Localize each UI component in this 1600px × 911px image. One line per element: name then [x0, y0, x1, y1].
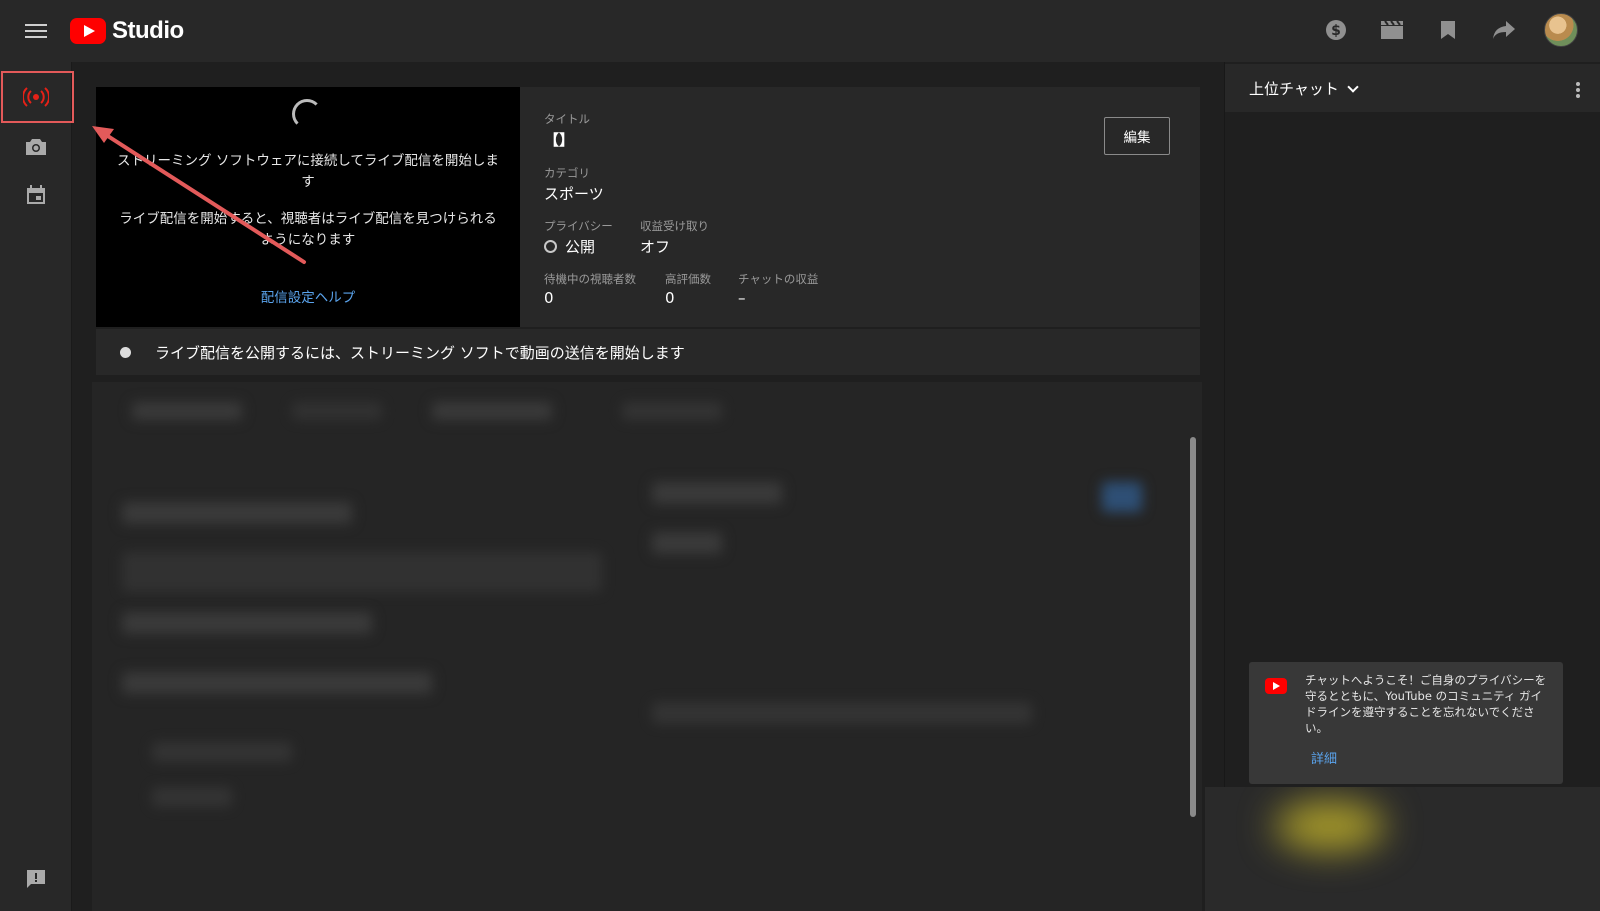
chat-welcome-card: チャットへようこそ！ご自身のプライバシーを守るとともに、YouTube のコミュ… — [1249, 662, 1563, 784]
stream-setup-help-link[interactable]: 配信設定ヘルプ — [96, 286, 520, 306]
loading-spinner-icon — [292, 99, 322, 129]
chat-title: 上位チャット — [1249, 79, 1339, 98]
privacy-label: プライバシー — [544, 219, 613, 233]
blurred-avatar — [1275, 801, 1385, 851]
stream-preview: ストリーミング ソフトウェアに接続してライブ配信を開始します ライブ配信を開始す… — [96, 87, 520, 327]
top-actions: $ — [1320, 13, 1578, 47]
blurred-tab — [132, 402, 242, 420]
calendar-icon[interactable] — [0, 170, 72, 220]
live-stream-icon[interactable] — [0, 72, 72, 122]
category-value: スポーツ — [544, 185, 604, 203]
blurred-toggle — [1102, 482, 1142, 512]
discoverability-message: ライブ配信を開始すると、視聴者はライブ配信を見つけられるようになります — [119, 211, 497, 248]
chat-mode-selector[interactable]: 上位チャット — [1249, 78, 1359, 99]
stream-info-panel: タイトル 【】 カテゴリ スポーツ プライバシー 公開 収益受け取り オフ 待機… — [520, 87, 1200, 327]
chat-header: 上位チャット — [1225, 64, 1600, 112]
youtube-studio-logo[interactable]: Studio — [70, 17, 184, 45]
feedback-icon[interactable] — [0, 854, 72, 904]
blurred-row — [652, 532, 722, 554]
title-label: タイトル — [544, 112, 590, 126]
top-bar: Studio $ — [0, 0, 1600, 62]
blurred-tab — [622, 402, 722, 420]
logo-text: Studio — [112, 17, 184, 44]
chat-revenue-label: チャットの収益 — [738, 272, 819, 286]
connect-software-message: ストリーミング ソフトウェアに接続してライブ配信を開始します — [117, 153, 499, 190]
clapperboard-icon[interactable] — [1376, 14, 1408, 46]
menu-icon[interactable] — [22, 20, 50, 42]
chat-revenue-value: – — [738, 289, 746, 307]
waiting-viewers-label: 待機中の視聴者数 — [544, 272, 636, 286]
blurred-row — [122, 612, 372, 634]
main-scrollbar[interactable] — [1190, 437, 1196, 817]
chat-panel: 上位チャット チャットへようこそ！ご自身のプライバシーを守るとともに、YouTu… — [1205, 62, 1600, 911]
blurred-tab — [292, 402, 382, 420]
blurred-tab — [432, 402, 552, 420]
category-label: カテゴリ — [544, 166, 590, 180]
blurred-settings-area — [92, 382, 1202, 911]
blurred-chat-input — [1205, 787, 1600, 911]
monetization-value: オフ — [640, 238, 671, 256]
waiting-viewers-value: 0 — [544, 289, 554, 307]
learn-more-link[interactable]: 詳細 — [1311, 748, 1337, 767]
avatar[interactable] — [1544, 13, 1578, 47]
camera-icon[interactable] — [0, 122, 72, 172]
left-nav — [0, 62, 74, 911]
blurred-row — [122, 672, 432, 694]
chevron-down-icon — [1347, 80, 1359, 93]
likes-value: 0 — [665, 289, 675, 307]
edit-button[interactable]: 編集 — [1104, 117, 1170, 155]
blurred-row — [652, 702, 1032, 724]
blurred-row — [122, 552, 602, 592]
privacy-value: 公開 — [565, 238, 596, 256]
monetization-label: 収益受け取り — [640, 219, 709, 233]
privacy-value-row: 公開 — [544, 236, 595, 257]
share-icon[interactable] — [1488, 14, 1520, 46]
status-message: ライブ配信を公開するには、ストリーミング ソフトで動画の送信を開始します — [155, 343, 685, 362]
monetization-icon[interactable]: $ — [1320, 14, 1352, 46]
svg-text:$: $ — [1331, 23, 1341, 39]
bookmark-icon[interactable] — [1432, 14, 1464, 46]
blurred-row — [652, 482, 782, 504]
status-indicator-icon — [120, 346, 131, 358]
blurred-row — [152, 742, 292, 762]
title-value: 【】 — [544, 131, 575, 149]
likes-label: 高評価数 — [665, 272, 711, 286]
blurred-row — [122, 502, 352, 524]
blurred-row — [152, 787, 232, 807]
youtube-icon — [1265, 678, 1287, 694]
more-options-icon[interactable] — [1575, 80, 1581, 98]
youtube-play-icon — [70, 18, 106, 44]
globe-icon — [544, 240, 557, 253]
chat-welcome-text: チャットへようこそ！ご自身のプライバシーを守るとともに、YouTube のコミュ… — [1305, 673, 1547, 735]
status-bar: ライブ配信を公開するには、ストリーミング ソフトで動画の送信を開始します — [96, 329, 1200, 375]
